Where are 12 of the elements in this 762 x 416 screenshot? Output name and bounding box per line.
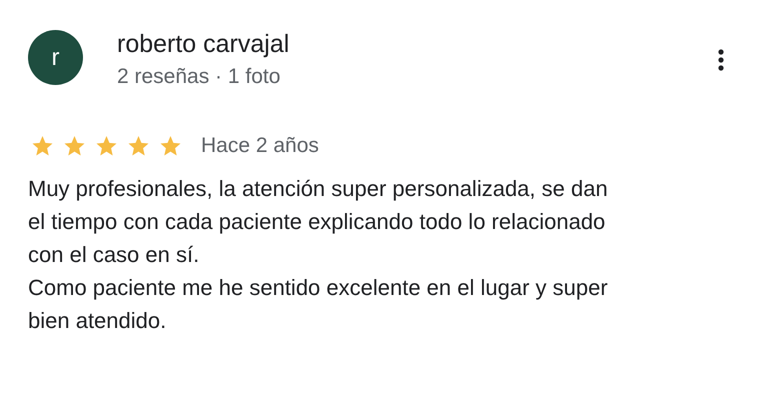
- star-icon: [30, 134, 55, 158]
- star-icon: [126, 134, 151, 158]
- star-icon: [94, 134, 119, 158]
- review-text: Muy profesionales, la atención super personalizada, se dan el tiempo con cada paciente explicando todo lo relacionado con el caso en sí.: [28, 175, 609, 269]
- star-icon: [62, 134, 87, 158]
- review-time: Hace 2 años: [201, 134, 319, 158]
- avatar[interactable]: r: [28, 30, 83, 85]
- author-meta: 2 reseñas · 1 foto: [117, 64, 282, 90]
- author-name[interactable]: roberto carvajal: [117, 28, 290, 60]
- more-options-icon[interactable]: [718, 49, 724, 71]
- review-text: Como paciente me he sentido excelente en el lugar y super bien atendido.: [28, 274, 609, 335]
- star-icon: [158, 134, 183, 158]
